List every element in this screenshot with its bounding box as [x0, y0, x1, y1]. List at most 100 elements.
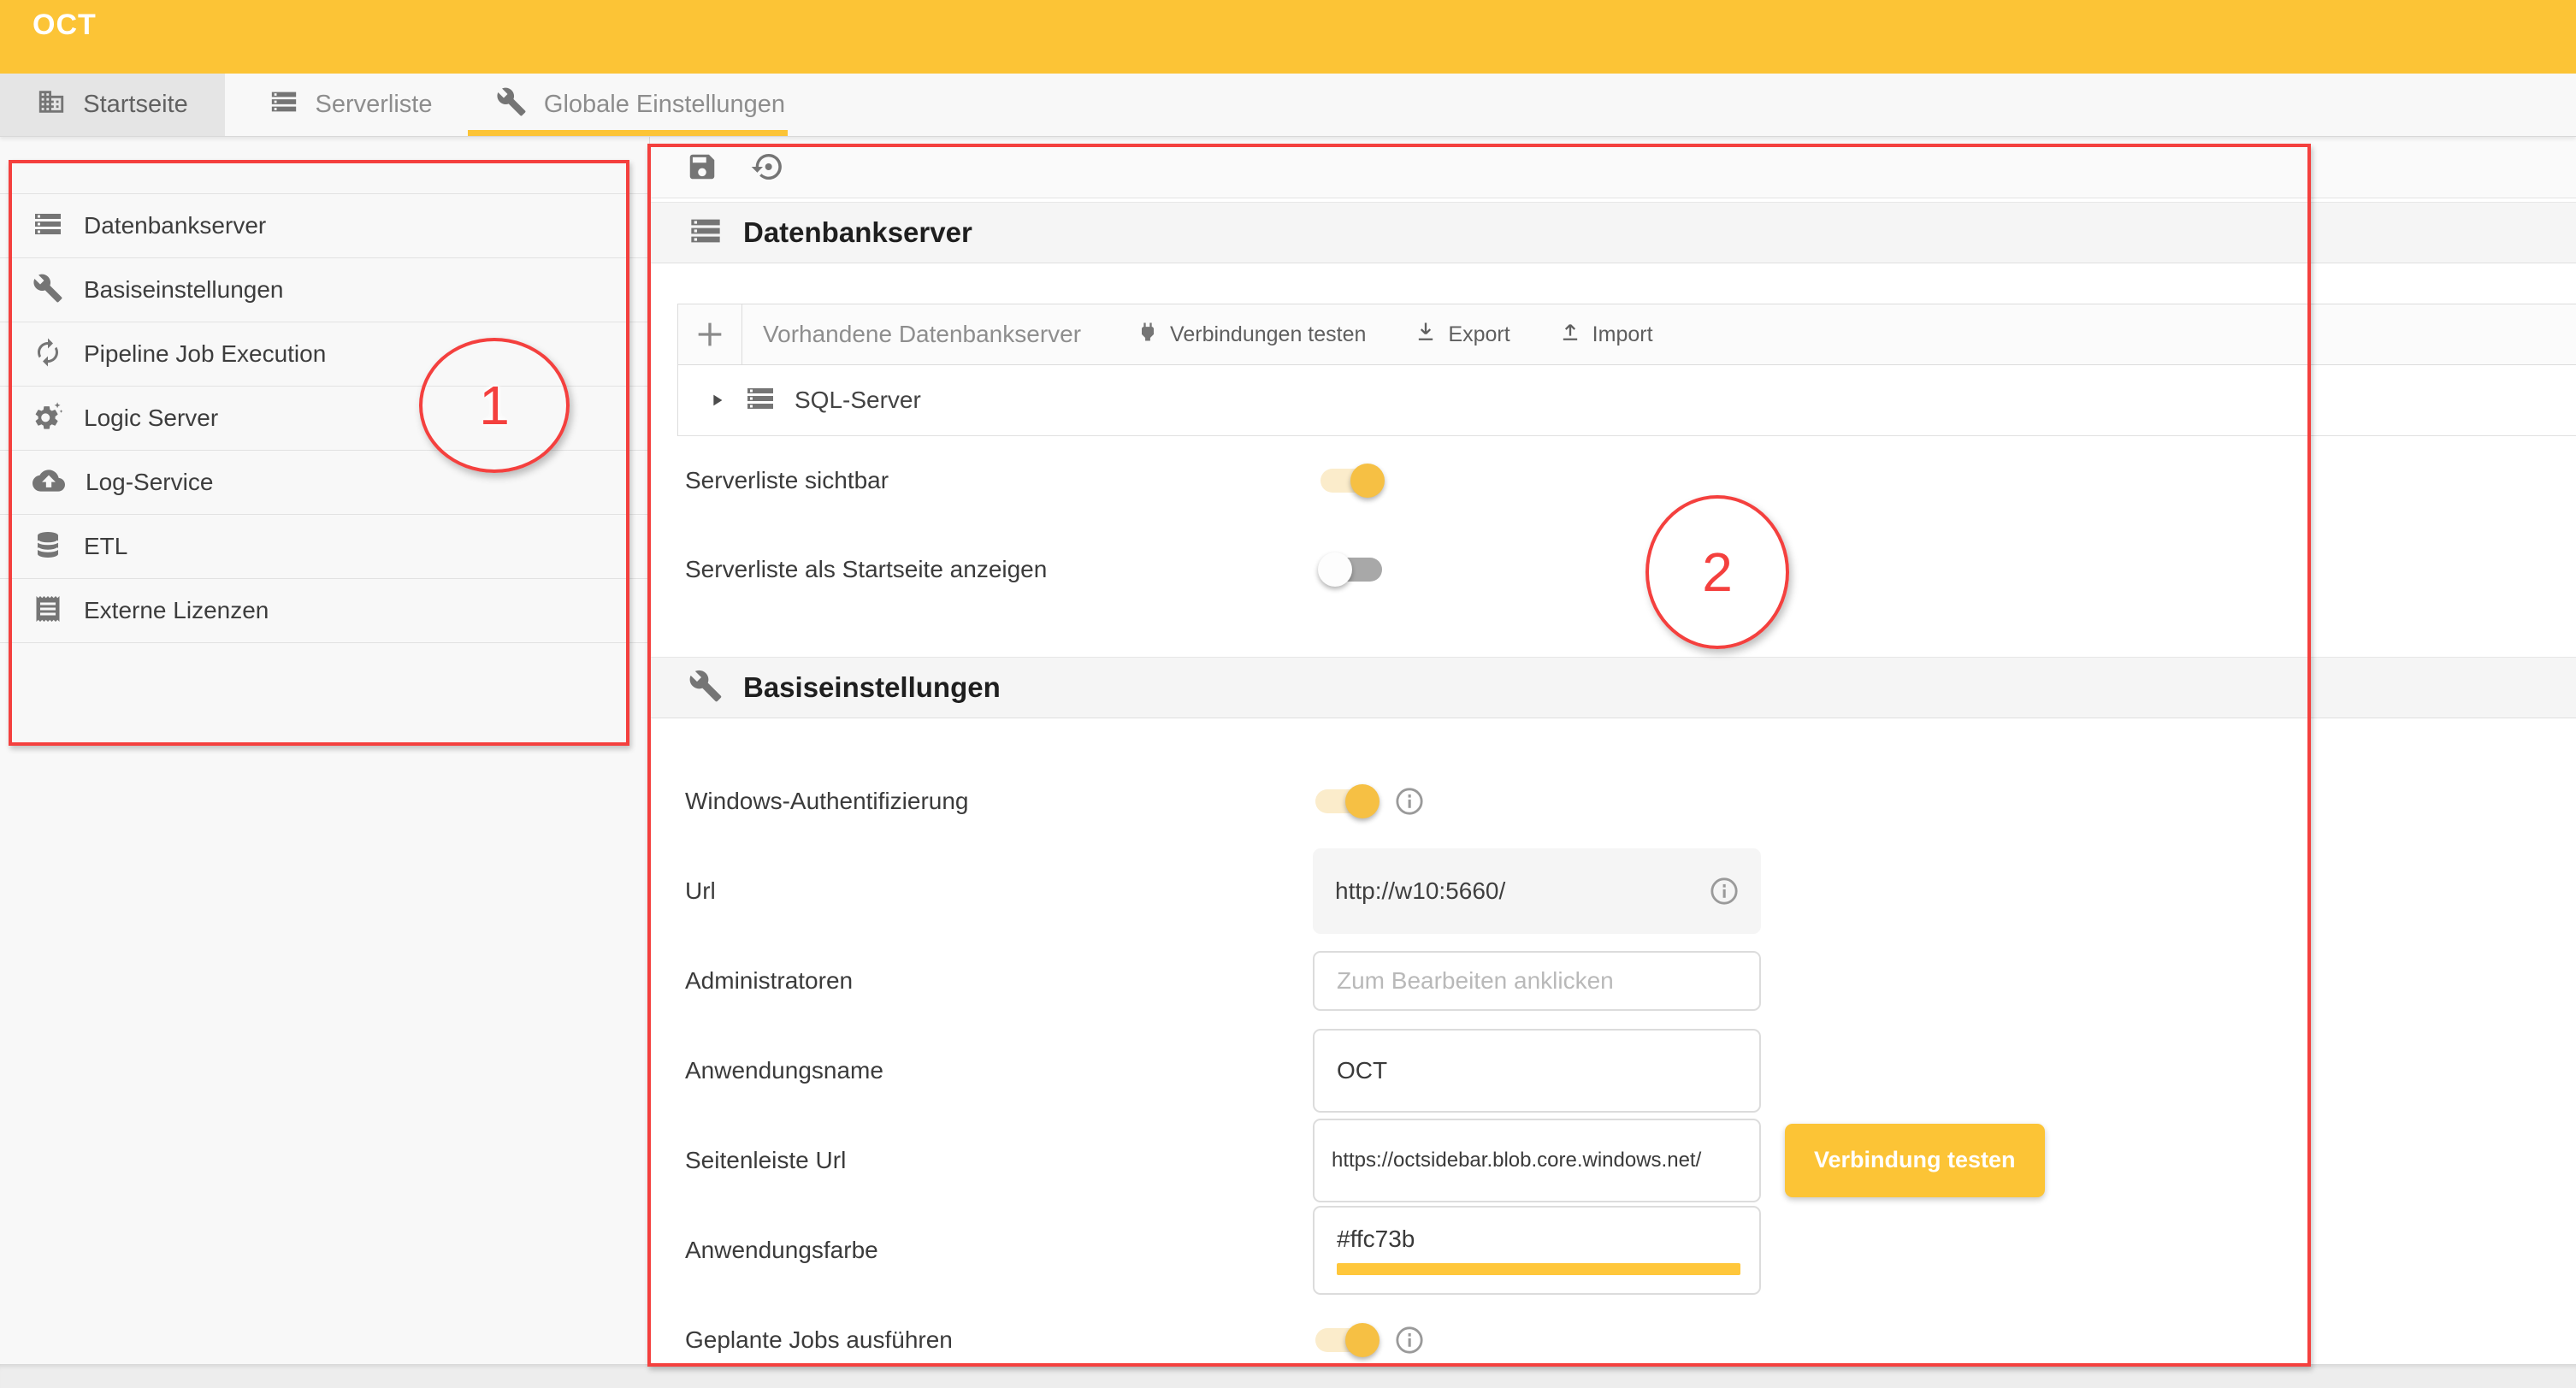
tab-globale-einstellungen[interactable]: Globale Einstellungen [476, 74, 805, 136]
administrators-input[interactable] [1313, 951, 1761, 1011]
tab-label: Serverliste [316, 91, 433, 119]
sidebar-item-etl[interactable]: ETL [0, 515, 649, 579]
toggle-knob [1345, 1323, 1380, 1357]
field-row-seitenleiste-url: Seitenleiste Url Verbindung testen [651, 1115, 2576, 1205]
sidebar-item-label: Basiseinstellungen [84, 276, 284, 304]
sidebar-menu: Datenbankserver Basiseinstellungen Pipel… [0, 193, 649, 643]
tab-label: Startseite [83, 91, 188, 119]
application-color-input[interactable]: #ffc73b [1313, 1206, 1761, 1295]
toggle-knob [1345, 784, 1380, 818]
cloud-upload-icon [32, 464, 65, 501]
field-row-anwendungsname: Anwendungsname [651, 1025, 2576, 1115]
gear-sparkle-icon [32, 401, 63, 436]
field-row-anwendungsfarbe: Anwendungsfarbe #ffc73b [651, 1205, 2576, 1295]
action-label: Export [1448, 322, 1510, 347]
color-value: #ffc73b [1337, 1226, 1740, 1253]
section-header-datenbankserver: Datenbankserver [651, 202, 2576, 263]
app-title: OCT [32, 9, 97, 42]
tab-startseite[interactable]: Startseite [0, 74, 225, 136]
wrench-icon [688, 669, 723, 707]
import-button[interactable]: Import [1558, 320, 1653, 350]
sidebar-item-label: Logic Server [84, 405, 218, 432]
sidebar-item-logic-server[interactable]: Logic Server [0, 387, 649, 451]
action-label: Import [1592, 322, 1653, 347]
field-label: Url [685, 877, 716, 905]
color-swatch-bar [1337, 1263, 1740, 1275]
setting-row-serverliste-sichtbar: Serverliste sichtbar [651, 436, 2576, 525]
toggle-serverliste-sichtbar[interactable] [1318, 462, 1385, 499]
download-icon [1414, 320, 1438, 350]
action-label: Verbindungen testen [1170, 322, 1366, 347]
app-header: OCT [0, 0, 2576, 74]
toggle-serverliste-startseite[interactable] [1318, 551, 1385, 588]
building-icon [37, 87, 66, 123]
action-toolbar [651, 136, 2576, 198]
app-window: OCT Startseite Serverliste Globale Einst… [0, 0, 2576, 1388]
setting-label: Serverliste als Startseite anzeigen [685, 556, 1047, 583]
server-row-sql-server[interactable]: SQL-Server [678, 365, 2576, 436]
sidebar-item-externe-lizenzen[interactable]: Externe Lizenzen [0, 579, 649, 643]
field-label: Anwendungsfarbe [685, 1237, 878, 1264]
server-list-icon [269, 87, 298, 123]
server-list-icon [32, 209, 63, 244]
section-title: Basiseinstellungen [743, 671, 1001, 704]
toggle-knob [1350, 464, 1385, 498]
url-value: http://w10:5660/ [1335, 877, 1505, 905]
server-list-title: Vorhandene Datenbankserver [763, 321, 1081, 348]
license-icon [32, 594, 63, 629]
section-header-basiseinstellungen: Basiseinstellungen [651, 657, 2576, 718]
history-restore-button[interactable] [748, 148, 786, 186]
upload-icon [1558, 320, 1582, 350]
wrench-icon [496, 86, 527, 124]
sync-icon [32, 337, 63, 372]
settings-panel: Datenbankserver Vorhandene Datenbankserv… [651, 136, 2576, 1364]
field-row-url: Url http://w10:5660/ [651, 846, 2576, 936]
field-label: Geplante Jobs ausführen [685, 1326, 953, 1354]
test-connections-button[interactable]: Verbindungen testen [1136, 320, 1366, 350]
section-title: Datenbankserver [743, 216, 972, 249]
tab-bar: Startseite Serverliste Globale Einstellu… [0, 74, 2576, 137]
database-icon [32, 529, 63, 564]
expand-arrow-icon[interactable] [704, 391, 730, 410]
toggle-windows-auth[interactable] [1313, 783, 1380, 820]
sidebar-item-label: Log-Service [86, 469, 213, 496]
field-row-windows-auth: Windows-Authentifizierung [651, 756, 2576, 846]
sidebar-url-input[interactable] [1313, 1119, 1761, 1202]
server-list-icon [745, 383, 776, 418]
sidebar-item-datenbankserver[interactable]: Datenbankserver [0, 194, 649, 258]
toggle-knob [1318, 552, 1352, 587]
sidebar-item-label: Datenbankserver [84, 212, 266, 239]
sidebar-item-log-service[interactable]: Log-Service [0, 451, 649, 515]
test-connection-button[interactable]: Verbindung testen [1785, 1124, 2045, 1197]
base-settings-form: Windows-Authentifizierung Url http://w10… [651, 718, 2576, 1364]
server-list-actions: Verbindungen testen Export Import [1136, 320, 1652, 350]
server-list-icon [688, 214, 723, 252]
export-button[interactable]: Export [1414, 320, 1510, 350]
add-server-button[interactable] [678, 304, 742, 364]
server-list-toolbar: Vorhandene Datenbankserver Verbindungen … [678, 304, 2576, 365]
setting-row-serverliste-startseite: Serverliste als Startseite anzeigen [651, 525, 2576, 614]
save-button[interactable] [683, 148, 721, 186]
field-label: Anwendungsname [685, 1057, 883, 1084]
server-name: SQL-Server [795, 387, 921, 414]
application-name-input[interactable] [1313, 1029, 1761, 1113]
field-label: Seitenleiste Url [685, 1147, 846, 1174]
info-icon[interactable] [1395, 787, 1424, 816]
settings-sidebar: Datenbankserver Basiseinstellungen Pipel… [0, 136, 650, 1364]
sidebar-item-label: Pipeline Job Execution [84, 340, 326, 368]
field-label: Windows-Authentifizierung [685, 788, 969, 815]
field-row-geplante-jobs: Geplante Jobs ausführen [651, 1295, 2576, 1364]
sidebar-item-pipeline-job-execution[interactable]: Pipeline Job Execution [0, 322, 649, 387]
sidebar-item-label: Externe Lizenzen [84, 597, 269, 624]
info-icon[interactable] [1395, 1326, 1424, 1355]
toggle-geplante-jobs[interactable] [1313, 1321, 1380, 1359]
plug-icon [1136, 320, 1160, 350]
field-row-administratoren: Administratoren [651, 936, 2576, 1025]
sidebar-item-label: ETL [84, 533, 127, 560]
info-icon[interactable] [1710, 877, 1739, 906]
tab-serverliste[interactable]: Serverliste [225, 74, 476, 136]
sidebar-item-basiseinstellungen[interactable]: Basiseinstellungen [0, 258, 649, 322]
page-bottom-strip [0, 1364, 2576, 1388]
database-server-list: Vorhandene Datenbankserver Verbindungen … [677, 304, 2576, 436]
field-label: Administratoren [685, 967, 853, 995]
